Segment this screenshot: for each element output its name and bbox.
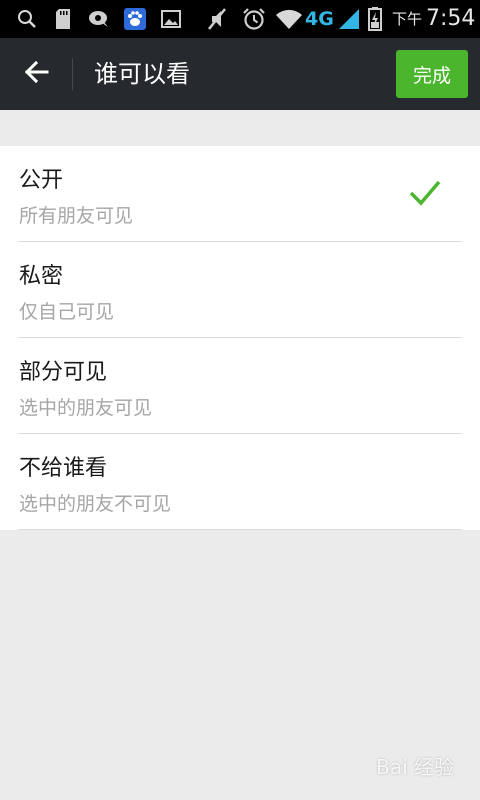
option-title: 公开 — [19, 168, 64, 193]
visibility-options-list: 公开 所有朋友可见 私密 仅自己可见 部分可见 选中的朋友可见 不给谁看 选中的… — [0, 146, 480, 530]
option-title: 部分可见 — [19, 360, 108, 385]
option-public[interactable]: 公开 所有朋友可见 — [0, 146, 480, 242]
battery-icon — [366, 0, 384, 38]
title-divider — [72, 58, 73, 90]
back-arrow-icon — [23, 60, 49, 88]
alarm-icon — [240, 0, 268, 38]
option-subtitle: 所有朋友可见 — [19, 205, 134, 227]
clock: 7:54 — [426, 6, 476, 31]
wifi-icon — [274, 0, 304, 38]
option-subtitle: 选中的朋友不可见 — [19, 493, 172, 515]
option-private[interactable]: 私密 仅自己可见 — [0, 242, 480, 338]
checkmark-icon — [408, 178, 442, 208]
sd-card-icon — [52, 0, 74, 38]
option-subtitle: 选中的朋友可见 — [19, 397, 153, 419]
done-button[interactable]: 完成 — [396, 50, 468, 98]
search-icon — [14, 0, 40, 38]
option-partially-visible[interactable]: 部分可见 选中的朋友可见 — [0, 338, 480, 434]
option-hide-from[interactable]: 不给谁看 选中的朋友不可见 — [0, 434, 480, 530]
back-button[interactable] — [12, 52, 60, 96]
baidu-app-icon — [122, 0, 148, 38]
signal-icon — [336, 0, 362, 38]
mute-icon — [204, 0, 230, 38]
notification-icon — [86, 0, 112, 38]
watermark: Bai 经验 — [376, 755, 454, 779]
image-icon — [158, 0, 184, 38]
option-subtitle: 仅自己可见 — [19, 301, 115, 323]
option-title: 不给谁看 — [19, 456, 108, 481]
time-prefix: 下午 — [392, 10, 423, 28]
status-bar: 4G 下午 7:54 — [0, 0, 480, 38]
page-title: 谁可以看 — [94, 60, 190, 88]
network-type-label: 4G — [305, 8, 334, 30]
option-title: 私密 — [19, 264, 64, 289]
action-bar: 谁可以看 完成 — [0, 38, 480, 110]
